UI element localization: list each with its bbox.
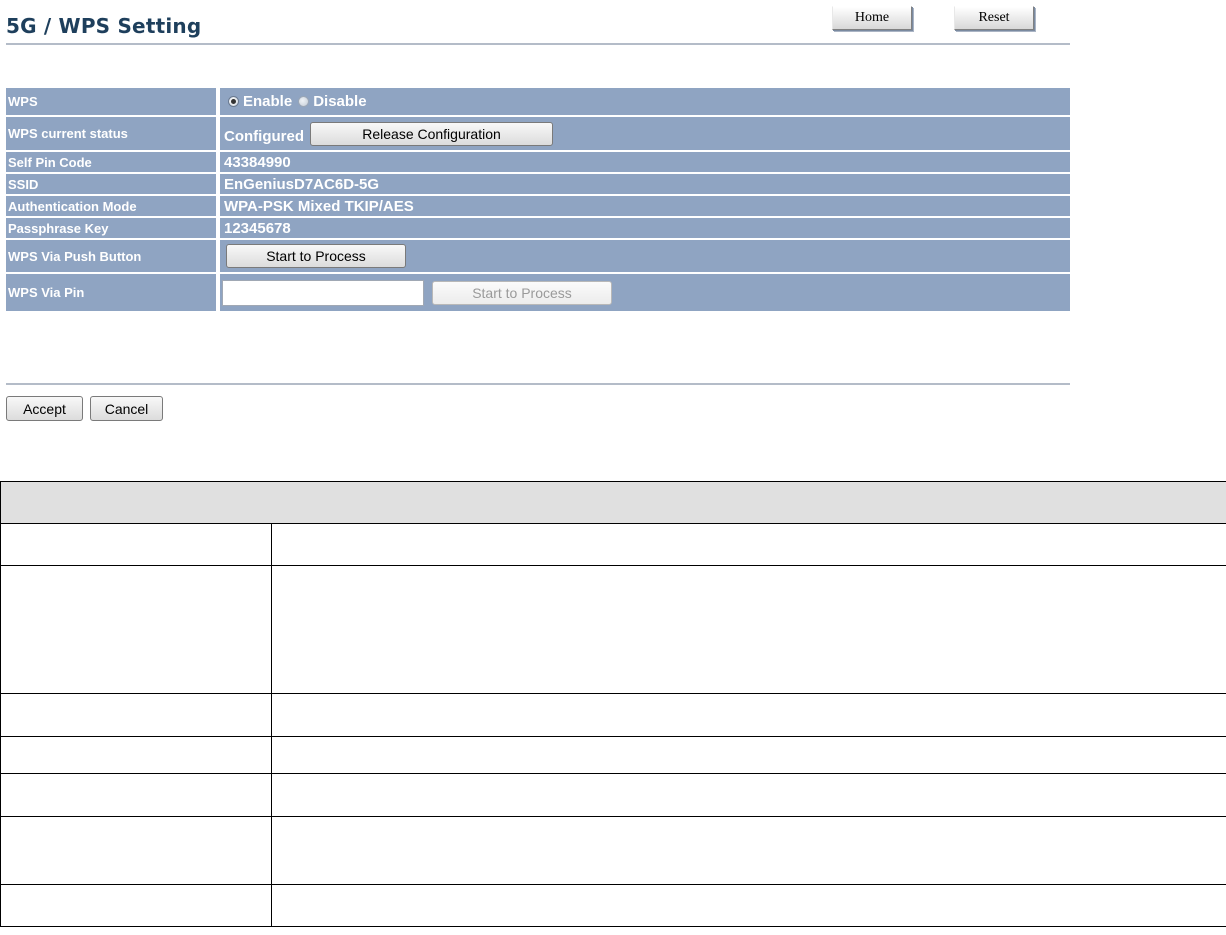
table-cell xyxy=(0,816,272,885)
wps-label: WPS xyxy=(6,88,216,115)
table-cell xyxy=(271,565,1226,694)
auth-mode-value: WPA-PSK Mixed TKIP/AES xyxy=(220,196,1070,216)
table-row xyxy=(0,736,1226,774)
home-button[interactable]: Home xyxy=(832,6,912,30)
ssid-row: SSID EnGeniusD7AC6D-5G xyxy=(6,174,1070,194)
table-cell xyxy=(271,736,1226,774)
table-cell xyxy=(0,565,272,694)
wps-status-value-cell: Configured Release Configuration xyxy=(220,117,1070,150)
self-pin-value: 43384990 xyxy=(220,152,1070,172)
via-pin-label: WPS Via Pin xyxy=(6,274,216,311)
wps-row: WPS Enable Disable xyxy=(6,88,1070,115)
auth-mode-row: Authentication Mode WPA-PSK Mixed TKIP/A… xyxy=(6,196,1070,216)
table-cell xyxy=(271,773,1226,817)
table-row xyxy=(0,773,1226,817)
table-cell xyxy=(0,773,272,817)
push-button-label: WPS Via Push Button xyxy=(6,240,216,272)
page-title: 5G / WPS Setting xyxy=(6,14,202,38)
table-cell xyxy=(271,693,1226,737)
footer-divider xyxy=(6,383,1070,385)
self-pin-label: Self Pin Code xyxy=(6,152,216,172)
cancel-button[interactable]: Cancel xyxy=(90,396,163,421)
table-row xyxy=(0,523,1226,566)
wps-pin-input[interactable] xyxy=(222,279,424,306)
auth-mode-label: Authentication Mode xyxy=(6,196,216,216)
via-pin-value-cell: Start to Process xyxy=(220,274,1070,311)
passphrase-label: Passphrase Key xyxy=(6,218,216,238)
header-divider xyxy=(6,43,1070,45)
table-cell xyxy=(271,884,1226,927)
wps-status-row: WPS current status Configured Release Co… xyxy=(6,117,1070,150)
description-header-cell xyxy=(0,481,1226,524)
table-row xyxy=(0,565,1226,694)
reset-button[interactable]: Reset xyxy=(954,6,1034,30)
release-configuration-button[interactable]: Release Configuration xyxy=(310,121,553,146)
table-cell xyxy=(0,884,272,927)
self-pin-row: Self Pin Code 43384990 xyxy=(6,152,1070,172)
wps-value: Enable Disable xyxy=(220,88,1070,115)
table-cell xyxy=(0,523,272,566)
push-button-row: WPS Via Push Button Start to Process xyxy=(6,240,1070,272)
description-table-header xyxy=(0,481,1226,524)
passphrase-row: Passphrase Key 12345678 xyxy=(6,218,1070,238)
wps-status-value: Configured xyxy=(224,127,304,145)
wps-disable-label[interactable]: Disable xyxy=(313,93,366,110)
wps-disable-radio[interactable] xyxy=(298,96,310,107)
wps-settings-table: WPS Enable Disable WPS current status Co… xyxy=(6,88,1070,313)
description-table xyxy=(0,481,1226,927)
wps-enable-label[interactable]: Enable xyxy=(243,93,292,110)
table-cell xyxy=(271,816,1226,885)
push-button-start-button[interactable]: Start to Process xyxy=(226,244,406,268)
table-row xyxy=(0,884,1226,927)
wps-status-label: WPS current status xyxy=(6,117,216,150)
via-pin-row: WPS Via Pin Start to Process xyxy=(6,274,1070,311)
via-pin-start-button[interactable]: Start to Process xyxy=(432,280,612,305)
passphrase-value: 12345678 xyxy=(220,218,1070,238)
accept-button[interactable]: Accept xyxy=(6,396,83,421)
table-cell xyxy=(0,736,272,774)
table-row xyxy=(0,816,1226,885)
wps-enable-radio[interactable] xyxy=(228,96,239,107)
table-cell xyxy=(271,523,1226,566)
push-button-value-cell: Start to Process xyxy=(220,240,1070,272)
ssid-label: SSID xyxy=(6,174,216,194)
table-cell xyxy=(0,693,272,737)
table-row xyxy=(0,693,1226,737)
ssid-value: EnGeniusD7AC6D-5G xyxy=(220,174,1070,194)
